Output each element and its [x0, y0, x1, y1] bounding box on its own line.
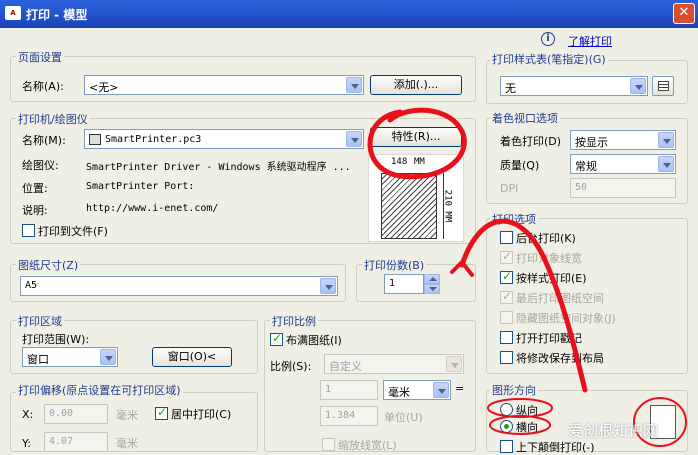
red-arrow-head-annotation: [450, 258, 474, 277]
red-annotation-overlay: [367, 107, 687, 447]
red-circle-properties-annotation: [367, 107, 467, 180]
watermark-text: 爱创根知识网: [568, 422, 659, 440]
red-arrow-shaft-annotation: [459, 218, 588, 393]
red-circle-landscape-annotation: [489, 415, 551, 435]
red-circle-portrait-annotation: [487, 398, 553, 418]
